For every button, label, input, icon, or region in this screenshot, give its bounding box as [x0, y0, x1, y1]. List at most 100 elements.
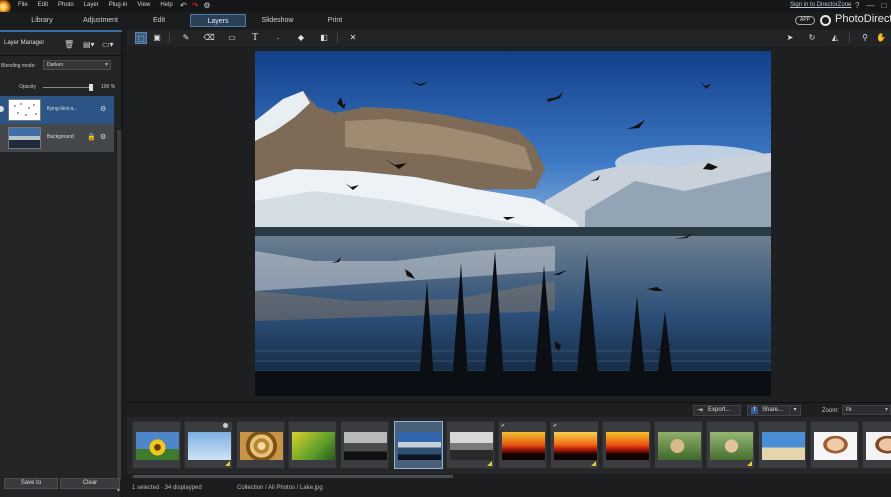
- scrollbar-thumb[interactable]: [117, 130, 121, 480]
- edit-toolbar: ⬚ ▣ ✎ ⌫ ▭ T ⸳ ◆ ◧ ✕ ➤ ↻ ◭ ⚲ ✋: [127, 30, 891, 46]
- zoom-icon[interactable]: ⚲: [859, 32, 871, 44]
- facebook-icon: f: [751, 407, 758, 414]
- maximize-icon[interactable]: □: [881, 1, 886, 10]
- menu-photo[interactable]: Photo: [58, 2, 74, 8]
- thumbnail-portrait[interactable]: [810, 421, 859, 469]
- trash-icon[interactable]: 🗑: [64, 40, 74, 49]
- menu-file[interactable]: File: [18, 2, 28, 8]
- export-label: Export...: [708, 407, 731, 413]
- close-icon[interactable]: ✕: [347, 32, 359, 44]
- thumbnail-field[interactable]: [288, 421, 337, 469]
- redo-icon[interactable]: ↷: [192, 1, 199, 10]
- menu-help[interactable]: Help: [160, 2, 172, 8]
- eraser-icon[interactable]: ⌫: [203, 32, 215, 44]
- rotate-icon[interactable]: ↻: [806, 32, 818, 44]
- gradient-icon[interactable]: ◧: [318, 32, 330, 44]
- thumbnail-bw-landscape[interactable]: [340, 421, 389, 469]
- opacity-slider-track[interactable]: [43, 87, 93, 88]
- text-icon[interactable]: T: [249, 32, 261, 44]
- edited-mark-icon: ✔: [501, 423, 506, 429]
- thumbnail-lake[interactable]: [394, 421, 443, 469]
- lock-icon[interactable]: 🔒: [87, 133, 96, 141]
- image-icon[interactable]: ▣: [151, 32, 163, 44]
- opacity-slider-thumb[interactable]: [89, 84, 93, 91]
- thumbnail-sunset-1[interactable]: ✔: [498, 421, 547, 469]
- thumbnail-birds[interactable]: [184, 421, 233, 469]
- menu-plugin[interactable]: Plug-in: [109, 2, 128, 8]
- sign-in-link[interactable]: Sign in to DirectorZone: [790, 2, 851, 8]
- pointer-icon[interactable]: ➤: [784, 32, 796, 44]
- birds-thumb-graphic: [14, 103, 37, 116]
- tab-library[interactable]: Library: [22, 14, 62, 27]
- thumbnail-image: [188, 432, 231, 460]
- rectangle-icon[interactable]: ▭: [226, 32, 238, 44]
- thumbnail-portrait-2[interactable]: [862, 421, 891, 469]
- minimize-icon[interactable]: —: [866, 1, 874, 10]
- thumbnail-beach[interactable]: [758, 421, 807, 469]
- share-label: Share...: [762, 407, 784, 413]
- thumbnail-bw-mountain[interactable]: [446, 421, 495, 469]
- thumbnail-sunset-3[interactable]: [602, 421, 651, 469]
- tab-slideshow[interactable]: Slideshow: [255, 14, 300, 27]
- scrollbar-thumb[interactable]: [133, 475, 453, 478]
- export-button[interactable]: Export...: [693, 405, 741, 416]
- flag-icon: [591, 461, 596, 466]
- menu-edit[interactable]: Edit: [38, 2, 48, 8]
- menu-layer[interactable]: Layer: [84, 2, 99, 8]
- layer-settings-icon[interactable]: ⚙: [100, 133, 106, 141]
- layer-row-background[interactable]: Background 🔒 ⚙: [0, 124, 114, 152]
- help-icon[interactable]: ?: [855, 1, 859, 10]
- select-icon[interactable]: ⬚: [135, 32, 147, 44]
- hand-icon[interactable]: ✋: [875, 32, 887, 44]
- menu-view[interactable]: View: [137, 2, 150, 8]
- toolbar-divider: [849, 33, 850, 43]
- add-layer-icon[interactable]: ▤▾: [83, 40, 95, 49]
- thumbnail-image: [502, 432, 545, 460]
- fill-icon[interactable]: ◆: [295, 32, 307, 44]
- thumbnail-sunset-2[interactable]: ✔: [550, 421, 599, 469]
- visibility-icon[interactable]: [0, 106, 4, 112]
- share-dropdown-icon[interactable]: ▾: [789, 405, 801, 416]
- thumbnail-image: [554, 432, 597, 460]
- thumbnail-shell[interactable]: [236, 421, 285, 469]
- thumbnail-image: [344, 432, 387, 460]
- toolbar-divider: [169, 33, 170, 43]
- selection-count: 1 selected · 34 displayped: [132, 485, 202, 491]
- app-badge[interactable]: APP: [795, 16, 815, 25]
- thumbnail-image: [658, 432, 701, 460]
- filmstrip-scrollbar[interactable]: [131, 474, 891, 479]
- thumbnail-tiger-2[interactable]: [706, 421, 755, 469]
- tab-adjustment[interactable]: Adjustment: [78, 14, 123, 27]
- layer-settings-icon[interactable]: ⚙: [100, 105, 106, 113]
- layer-row-birds[interactable]: flying-bird-a... ⚙: [0, 96, 114, 124]
- layers-scrollbar[interactable]: ▲ ▼: [116, 128, 122, 494]
- file-path: Collection / All Photos / Lake.jpg: [237, 485, 323, 491]
- blending-mode-label: Blending mode:: [1, 63, 36, 69]
- settings-icon[interactable]: ⚙: [203, 1, 210, 10]
- opacity-label: Opacity: [19, 84, 36, 90]
- flag-icon: [225, 461, 230, 466]
- undo-icon[interactable]: ↶: [180, 1, 187, 10]
- clear-button[interactable]: Clear: [60, 478, 120, 489]
- status-bar: 1 selected · 34 displayped Collection / …: [127, 481, 891, 497]
- layer-name: Background: [47, 134, 74, 140]
- layer-name: flying-bird-a...: [47, 106, 78, 112]
- tab-print[interactable]: Print: [320, 14, 350, 27]
- dropper-icon[interactable]: ⸳: [272, 32, 284, 44]
- flip-icon[interactable]: ◭: [829, 32, 841, 44]
- zoom-select[interactable]: Fit: [842, 405, 891, 415]
- thumbnail-tiger-1[interactable]: [654, 421, 703, 469]
- photo-canvas[interactable]: [127, 46, 891, 402]
- tab-layers[interactable]: Layers: [190, 14, 246, 27]
- main-menu: File Edit Photo Layer Plug-in View Help: [18, 2, 183, 8]
- brand-logo-icon: [820, 15, 831, 26]
- layer-options-icon[interactable]: ▭▾: [102, 40, 114, 49]
- save-to-button[interactable]: Save to: [4, 478, 58, 489]
- quick-actions: ↶ ↷ ⚙: [180, 1, 211, 10]
- brush-icon[interactable]: ✎: [180, 32, 192, 44]
- blending-mode-select[interactable]: Darken: [43, 60, 111, 70]
- flag-icon: [747, 461, 752, 466]
- tab-edit[interactable]: Edit: [140, 14, 178, 27]
- brand-name: PhotoDirector: [835, 13, 891, 25]
- thumbnail-sunflower[interactable]: [132, 421, 181, 469]
